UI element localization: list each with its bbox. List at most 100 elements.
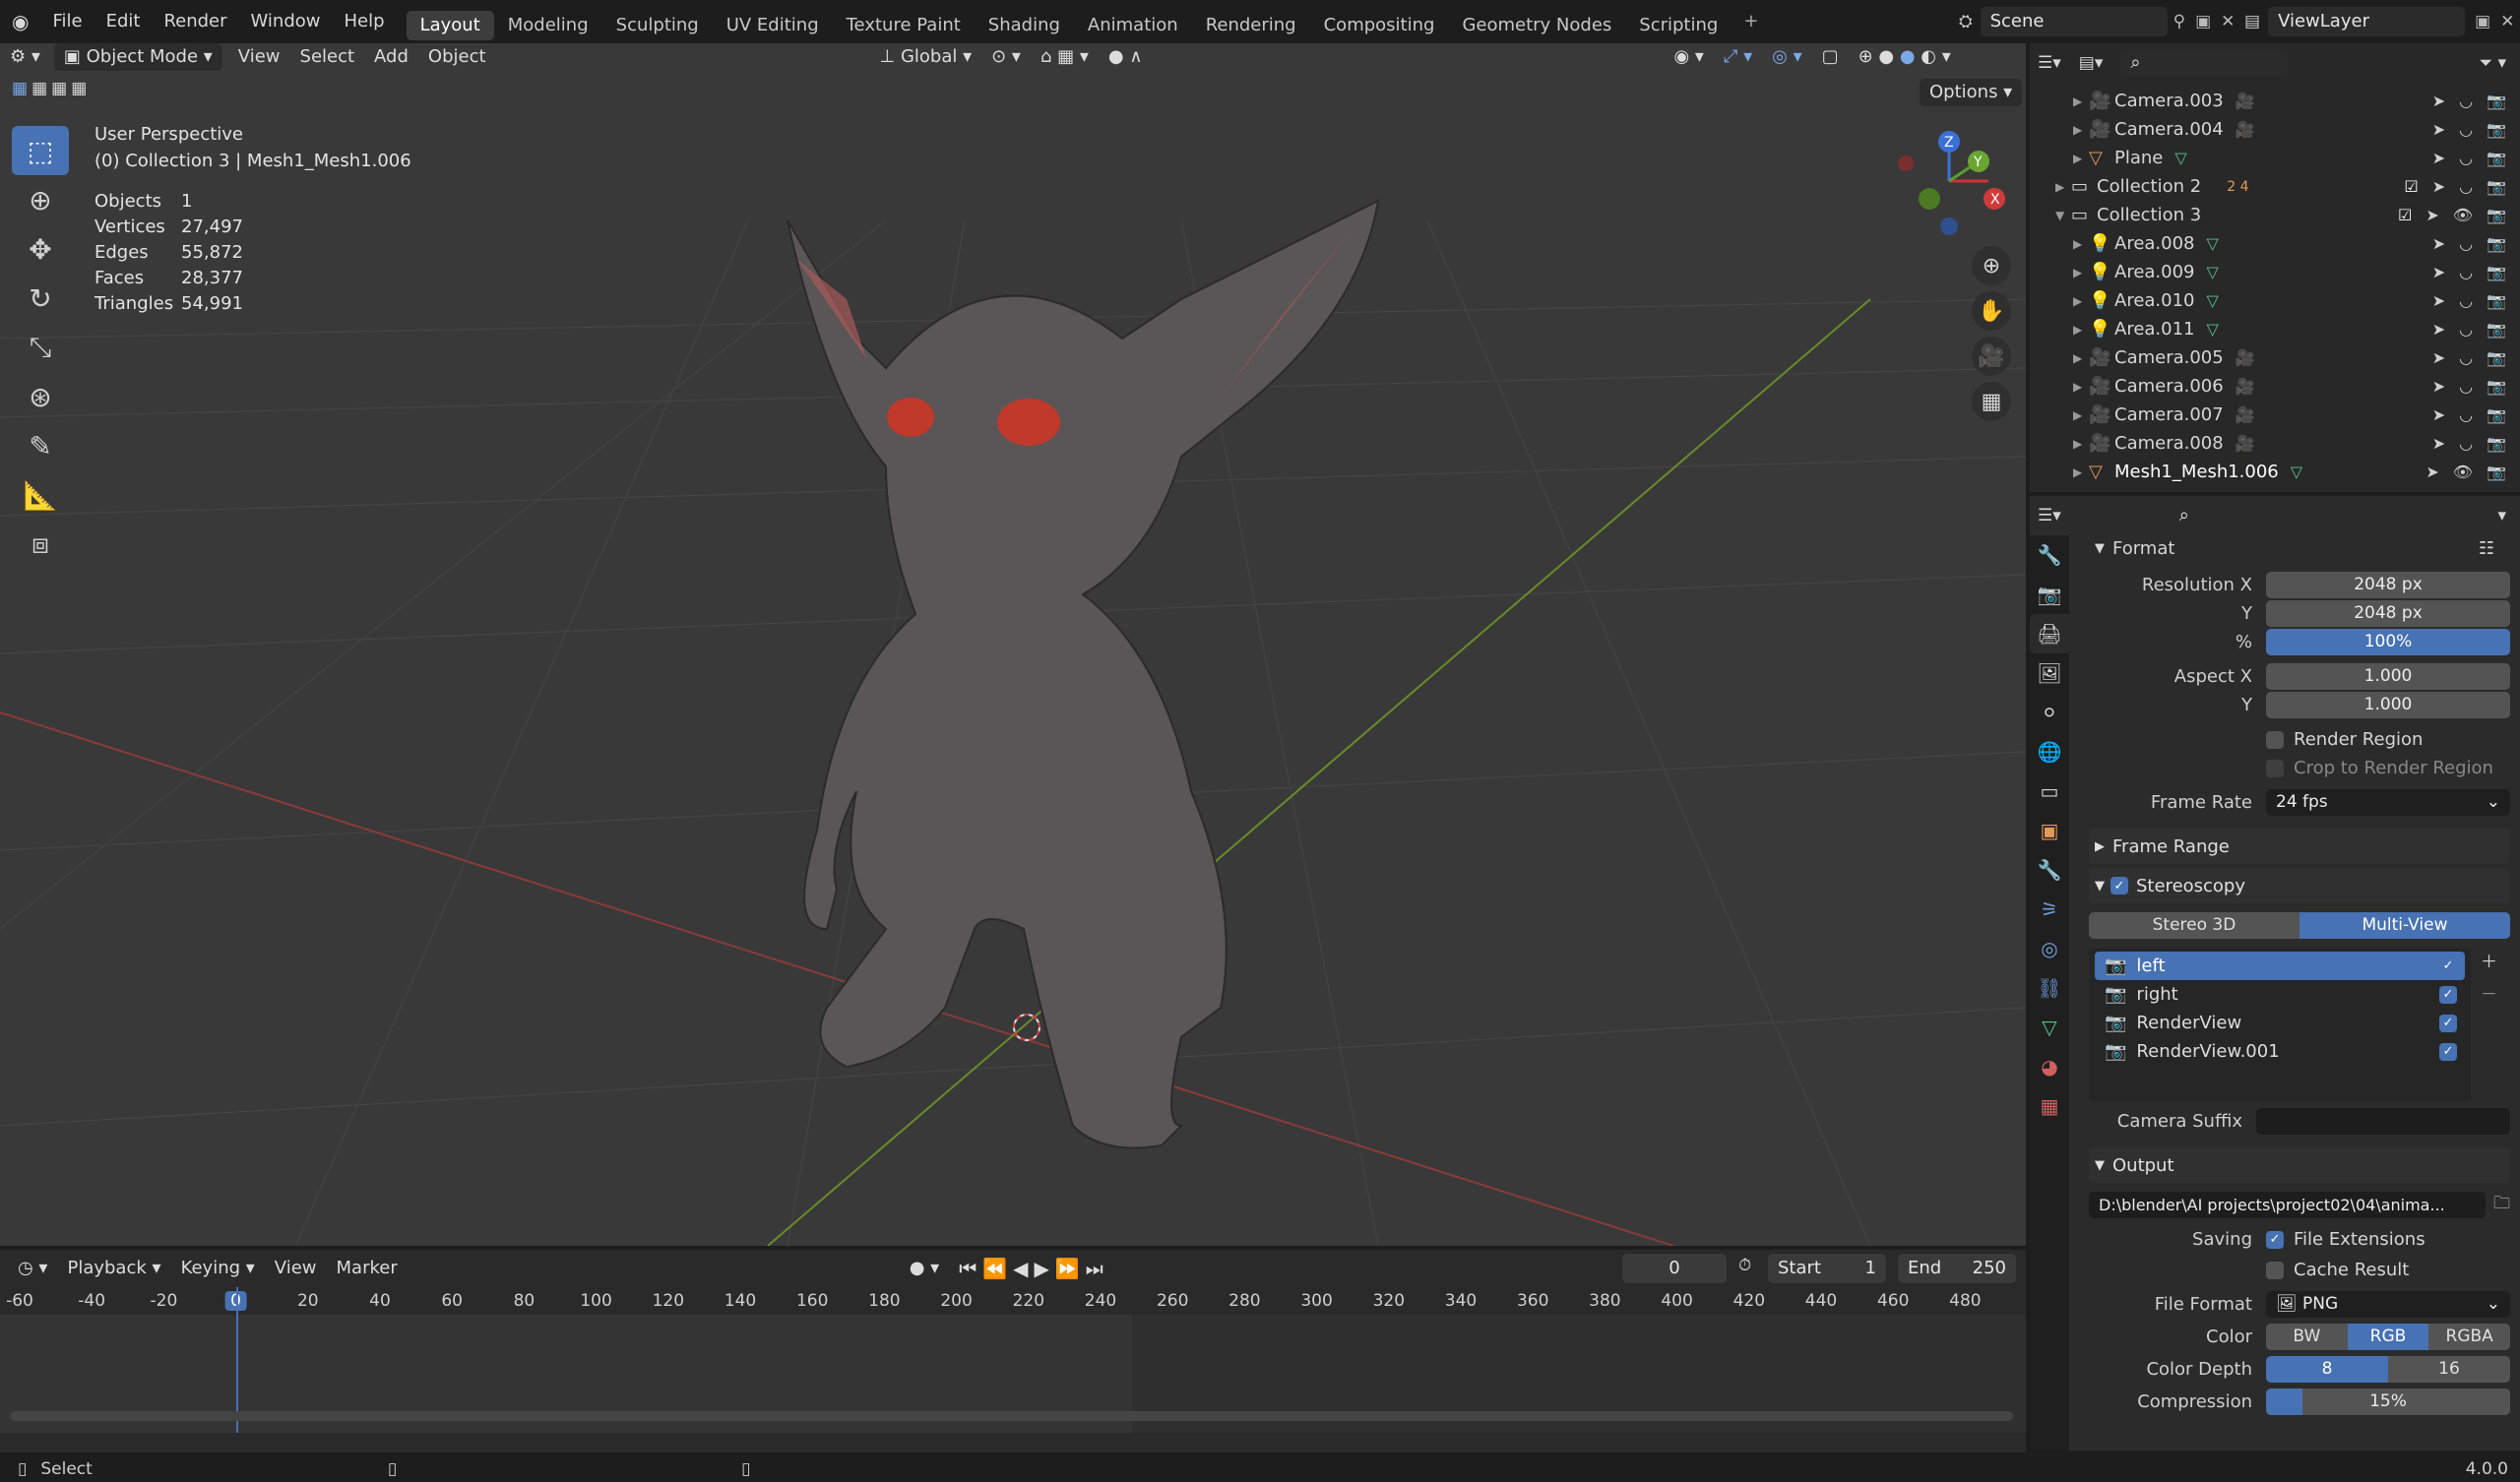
selectable-icon[interactable]: ➤ xyxy=(2432,120,2445,139)
filter-icon[interactable]: ⏷ ▾ xyxy=(2479,53,2506,73)
move-tool-icon[interactable]: ✥ xyxy=(12,224,69,274)
selectable-icon[interactable]: ➤ xyxy=(2432,491,2445,492)
zoom-icon[interactable]: ⊕ xyxy=(1972,246,2011,285)
exclude-checkbox[interactable]: ☑ xyxy=(2398,206,2412,224)
outliner-item[interactable]: ▶ 💡 Area.008 ▽ ➤ ◡ 📷 xyxy=(2030,229,2520,258)
selectable-icon[interactable]: ➤ xyxy=(2432,320,2445,339)
output-path-input[interactable]: D:\blender\AI projects\project02\04\anim… xyxy=(2089,1192,2486,1218)
render-view-item[interactable]: 📷 right ✓ xyxy=(2095,980,2465,1009)
workspace-tab-sculpting[interactable]: Sculpting xyxy=(602,11,713,40)
new-view-layer-icon[interactable]: ▣ xyxy=(2475,12,2490,31)
restriction-toggles[interactable]: ➤ ◡ 📷 xyxy=(2432,149,2506,167)
menu-add[interactable]: Add xyxy=(364,43,418,71)
format-panel-header[interactable]: ▼ Format ☷ xyxy=(2089,531,2510,565)
mode-selector[interactable]: ▣ Object Mode ▾ xyxy=(53,43,222,71)
playback-menu[interactable]: Playback ▾ xyxy=(57,1255,170,1282)
render-toggle-icon[interactable]: 📷 xyxy=(2487,377,2506,396)
selectable-icon[interactable]: ➤ xyxy=(2432,434,2445,453)
frame-rate-dropdown[interactable]: 24 fps ⌄ xyxy=(2266,789,2510,816)
crop-region-checkbox[interactable] xyxy=(2266,759,2284,777)
render-toggle-icon[interactable]: 📷 xyxy=(2487,463,2506,481)
chevron-right-icon[interactable]: ▶ xyxy=(2073,437,2089,451)
outliner-item[interactable]: ▼ ▭ Collection 3 ☑ ➤ 👁 📷 xyxy=(2030,201,2520,229)
material-tab-icon[interactable]: ◕ xyxy=(2030,1047,2069,1086)
selectable-icon[interactable]: ➤ xyxy=(2432,234,2445,253)
camera-view-icon[interactable]: 🎥 xyxy=(1972,337,2011,376)
selectable-icon[interactable]: ➤ xyxy=(2432,405,2445,424)
hide-icon[interactable]: ◡ xyxy=(2459,434,2473,453)
restriction-toggles[interactable]: ☑ ➤ ◡ 📷 xyxy=(2404,177,2506,196)
menu-select[interactable]: Select xyxy=(290,43,365,71)
restriction-toggles[interactable]: ➤ ◡ 📷 xyxy=(2432,120,2506,139)
3d-viewport[interactable]: ⚙ ▾ ▣ Object Mode ▾ View Select Add Obje… xyxy=(0,43,2026,1246)
selectable-icon[interactable]: ➤ xyxy=(2426,206,2438,224)
workspace-tab-geometry-nodes[interactable]: Geometry Nodes xyxy=(1448,11,1625,40)
stereo-mode-option[interactable]: Stereo 3D xyxy=(2089,912,2300,939)
collection-tab-icon[interactable]: ▭ xyxy=(2030,772,2069,811)
workspace-tab-rendering[interactable]: Rendering xyxy=(1192,11,1310,40)
new-scene-icon[interactable]: ▣ xyxy=(2195,12,2211,31)
close-icon[interactable]: ✕ xyxy=(2221,12,2235,31)
menu-object[interactable]: Object xyxy=(418,43,496,71)
modifier-tab-icon[interactable]: 🔧 xyxy=(2030,850,2069,890)
rotate-tool-icon[interactable]: ↻ xyxy=(12,274,69,323)
restriction-toggles[interactable]: ➤ ◡ 📷 xyxy=(2432,320,2506,339)
restriction-toggles[interactable]: ➤ ◡ 📷 xyxy=(2432,377,2506,396)
timeline-scrollbar[interactable] xyxy=(10,1411,2013,1421)
color-mode-option[interactable]: RGBA xyxy=(2428,1324,2510,1350)
selectable-icon[interactable]: ➤ xyxy=(2426,463,2438,481)
marker-menu[interactable]: Marker xyxy=(327,1255,408,1282)
menu-view[interactable]: View xyxy=(228,43,290,71)
stereo-mode-option[interactable]: Multi-View xyxy=(2300,912,2510,939)
outliner-item[interactable]: ▶ 🎥 Camera.003 🎥 ➤ ◡ 📷 xyxy=(2030,87,2520,115)
data-tab-icon[interactable]: ▽ xyxy=(2030,1008,2069,1047)
timeline-editor-icon[interactable]: ◷ ▾ xyxy=(8,1255,57,1282)
hide-icon[interactable]: ◡ xyxy=(2459,320,2473,339)
chevron-right-icon[interactable]: ▶ xyxy=(2073,380,2089,394)
selectable-icon[interactable]: ➤ xyxy=(2432,348,2445,367)
hide-icon[interactable]: ◡ xyxy=(2459,291,2473,310)
restriction-toggles[interactable]: ➤ ◡ 📷 xyxy=(2432,92,2506,110)
outliner-item[interactable]: ▶ 💡 Area.011 ▽ ➤ ◡ 📷 xyxy=(2030,315,2520,343)
cursor-tool-icon[interactable]: ⊕ xyxy=(12,175,69,224)
render-toggle-icon[interactable]: 📷 xyxy=(2487,177,2506,196)
chevron-right-icon[interactable]: ▶ xyxy=(2073,94,2089,108)
workspace-tab-compositing[interactable]: Compositing xyxy=(1310,11,1449,40)
scene-selector[interactable]: ⛭ Scene ⚲ ▣ ✕ xyxy=(1959,7,2235,36)
restriction-toggles[interactable]: ☑ ➤ 👁 📷 xyxy=(2398,206,2506,224)
render-view-item[interactable]: 📷 left ✓ xyxy=(2095,952,2465,980)
file-extensions-checkbox[interactable]: ✓ xyxy=(2266,1230,2284,1249)
hide-icon[interactable]: ◡ xyxy=(2459,92,2473,110)
physics-tab-icon[interactable]: ◎ xyxy=(2030,929,2069,968)
render-view-item[interactable]: 📷 RenderView ✓ xyxy=(2095,1009,2465,1037)
outliner-item[interactable]: ▶ 🎥 Camera.007 🎥 ➤ ◡ 📷 xyxy=(2030,401,2520,429)
resolution-percentage-field[interactable]: 100% xyxy=(2266,629,2510,655)
playback-controls[interactable]: ⏮⏪◀▶⏩⏭ xyxy=(949,1255,1119,1282)
outliner-item[interactable]: ▶▽Plane.001▽➤◡📷 xyxy=(2030,486,2520,492)
chevron-right-icon[interactable]: ▶ xyxy=(2055,180,2071,194)
navigation-gizmo[interactable]: X Z Y xyxy=(1890,122,2008,240)
outliner-editor-icon[interactable]: ☰▾ xyxy=(2038,53,2061,73)
hide-icon[interactable]: ◡ xyxy=(2459,263,2473,281)
workspace-tab-uv-editing[interactable]: UV Editing xyxy=(713,11,833,40)
chevron-down-icon[interactable]: ▼ xyxy=(2055,209,2071,222)
start-frame-field[interactable]: Start 1 xyxy=(1768,1254,1886,1283)
render-view-item[interactable]: 📷 RenderView.001 ✓ xyxy=(2095,1037,2465,1066)
render-toggle-icon[interactable]: 📷 xyxy=(2487,348,2506,367)
selectable-icon[interactable]: ➤ xyxy=(2432,377,2445,396)
select-mode-buttons[interactable]: ▦ ▦ ▦ ▦ xyxy=(12,79,87,98)
transform-tool-icon[interactable]: ⊛ xyxy=(12,372,69,421)
xray-icon[interactable]: ▢ xyxy=(1812,43,1849,71)
render-toggle-icon[interactable]: 📷 xyxy=(2487,120,2506,139)
chevron-right-icon[interactable]: ▶ xyxy=(2073,323,2089,337)
exclude-checkbox[interactable]: ☑ xyxy=(2404,177,2418,196)
outliner-search-input[interactable]: ⌕ xyxy=(2120,50,2289,76)
editor-type-icon[interactable]: ⚙ ▾ xyxy=(0,43,50,71)
render-toggle-icon[interactable]: 📷 xyxy=(2487,263,2506,281)
render-toggle-icon[interactable]: 📷 xyxy=(2487,291,2506,310)
aspect-y-field[interactable]: 1.000 xyxy=(2266,692,2510,718)
color-depth-option[interactable]: 16 xyxy=(2388,1356,2510,1383)
shading-modes[interactable]: ⊕ ● ● ◐ ▾ xyxy=(1849,43,1961,71)
color-mode-option[interactable]: BW xyxy=(2266,1324,2348,1350)
menu-render[interactable]: Render xyxy=(152,0,238,43)
